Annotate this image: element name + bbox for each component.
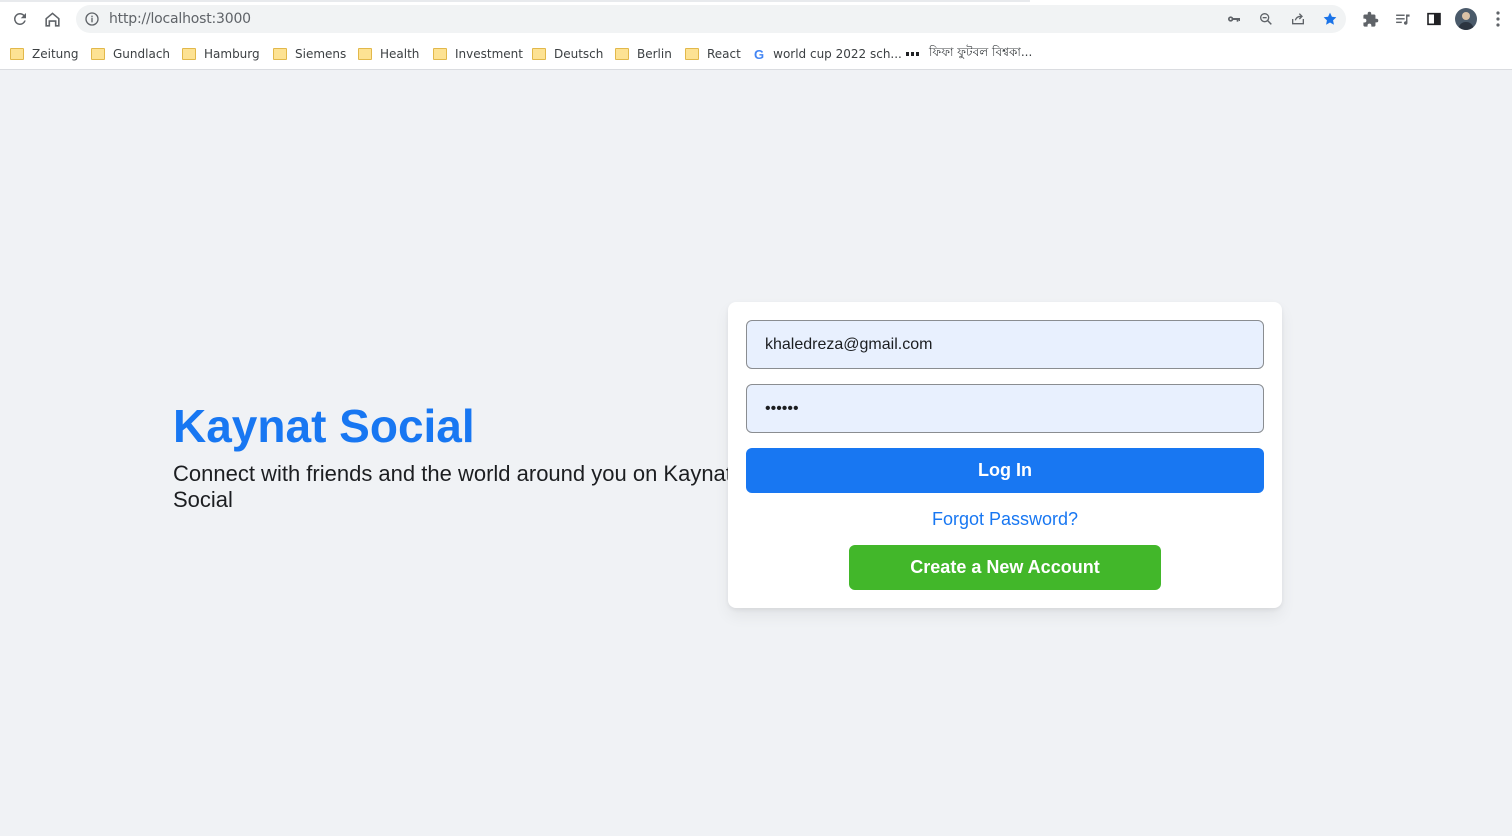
bookmark-hamburg[interactable]: Hamburg: [182, 43, 260, 65]
create-account-button[interactable]: Create a New Account: [849, 545, 1161, 590]
bookmark-star-icon[interactable]: [1322, 11, 1338, 27]
home-icon[interactable]: [42, 9, 62, 29]
page-load-progress: [0, 0, 1030, 2]
site-favicon-icon: [906, 52, 920, 56]
folder-icon: [615, 48, 629, 60]
folder-icon: [433, 48, 447, 60]
address-bar[interactable]: http://localhost:3000: [76, 5, 1346, 33]
bookmark-health[interactable]: Health: [358, 43, 419, 65]
reload-icon[interactable]: [10, 9, 30, 29]
google-icon: G: [754, 46, 765, 62]
key-icon[interactable]: [1226, 11, 1242, 27]
url-text[interactable]: http://localhost:3000: [109, 11, 251, 27]
folder-icon: [685, 48, 699, 60]
folder-icon: [10, 48, 24, 60]
share-icon[interactable]: [1290, 11, 1306, 27]
bookmark-fifa-bangla[interactable]: ফিফা ফুটবল বিশ্বকা...: [906, 43, 1032, 65]
browser-toolbar: http://localhost:3000: [0, 0, 1512, 38]
bookmark-world-cup[interactable]: Gworld cup 2022 sch...: [754, 43, 902, 65]
forgot-password-link[interactable]: Forgot Password?: [728, 509, 1282, 530]
media-control-icon[interactable]: [1392, 9, 1412, 29]
extensions-icon[interactable]: [1360, 9, 1380, 29]
bookmark-react[interactable]: React: [685, 43, 741, 65]
email-field[interactable]: [746, 320, 1264, 369]
site-info-icon[interactable]: [84, 11, 100, 27]
brand-tagline: Connect with friends and the world aroun…: [173, 461, 732, 512]
folder-icon: [532, 48, 546, 60]
side-panel-icon[interactable]: [1424, 9, 1444, 29]
menu-icon[interactable]: [1488, 9, 1508, 29]
brand-title: Kaynat Social: [173, 400, 475, 452]
folder-icon: [273, 48, 287, 60]
password-field[interactable]: [746, 384, 1264, 433]
folder-icon: [358, 48, 372, 60]
zoom-icon[interactable]: [1258, 11, 1274, 27]
login-button[interactable]: Log In: [746, 448, 1264, 493]
bookmarks-bar: Zeitung Gundlach Hamburg Siemens Health …: [0, 38, 1512, 70]
bookmark-deutsch[interactable]: Deutsch: [532, 43, 603, 65]
bookmark-investment[interactable]: Investment: [433, 43, 523, 65]
folder-icon: [91, 48, 105, 60]
profile-avatar[interactable]: [1455, 8, 1477, 30]
bookmark-zeitung[interactable]: Zeitung: [10, 43, 78, 65]
login-card: Log In Forgot Password? Create a New Acc…: [728, 302, 1282, 608]
bookmark-siemens[interactable]: Siemens: [273, 43, 346, 65]
bookmark-berlin[interactable]: Berlin: [615, 43, 672, 65]
bookmark-gundlach[interactable]: Gundlach: [91, 43, 170, 65]
folder-icon: [182, 48, 196, 60]
